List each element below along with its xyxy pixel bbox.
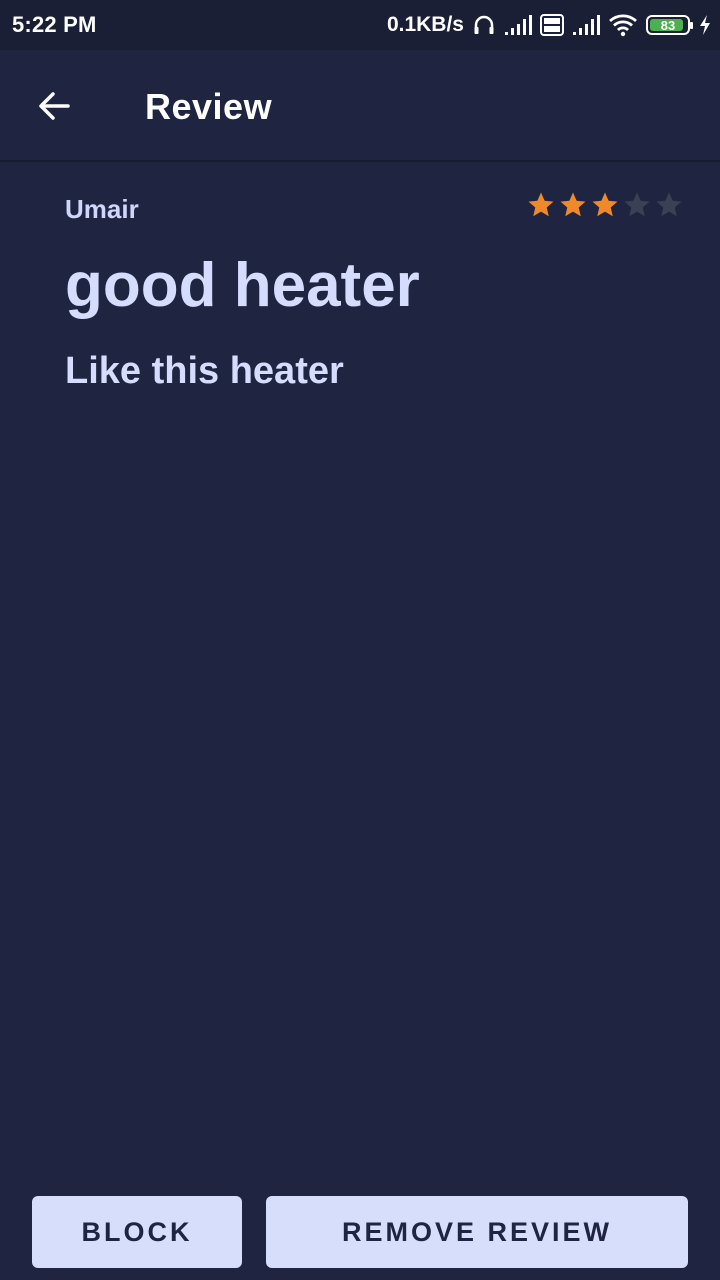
block-button[interactable]: BLOCK [32,1196,242,1268]
star-filled-icon [592,192,618,217]
charging-icon [698,14,712,36]
star-empty-icon [656,192,682,217]
remove-review-button[interactable]: REMOVE REVIEW [266,1196,688,1268]
review-title: good heater [65,251,420,320]
signal-icon [504,14,532,36]
star-filled-icon [528,192,554,217]
page-title: Review [145,86,273,127]
battery-level: 83 [660,17,676,33]
network-speed: 0.1KB/s [386,13,464,36]
headphones-icon [472,13,496,37]
status-icons: 0.1KB/s 83 [387,10,712,40]
star-empty-icon [624,192,650,217]
app-bar: Review [0,50,720,162]
star-rating [526,190,684,220]
battery-icon: 83 [646,15,693,35]
wifi-icon [608,13,638,37]
signal-icon [572,14,600,36]
star-filled-icon [560,192,586,217]
reviewer-name: Umair [65,194,139,224]
arrow-left-icon [39,92,70,120]
status-bar: 5:22 PM 0.1KB/s 83 [0,0,720,50]
volte-icon [540,14,564,36]
review-body: Like this heater [65,350,344,392]
status-time: 5:22 PM [12,12,97,37]
back-button[interactable] [20,72,88,140]
